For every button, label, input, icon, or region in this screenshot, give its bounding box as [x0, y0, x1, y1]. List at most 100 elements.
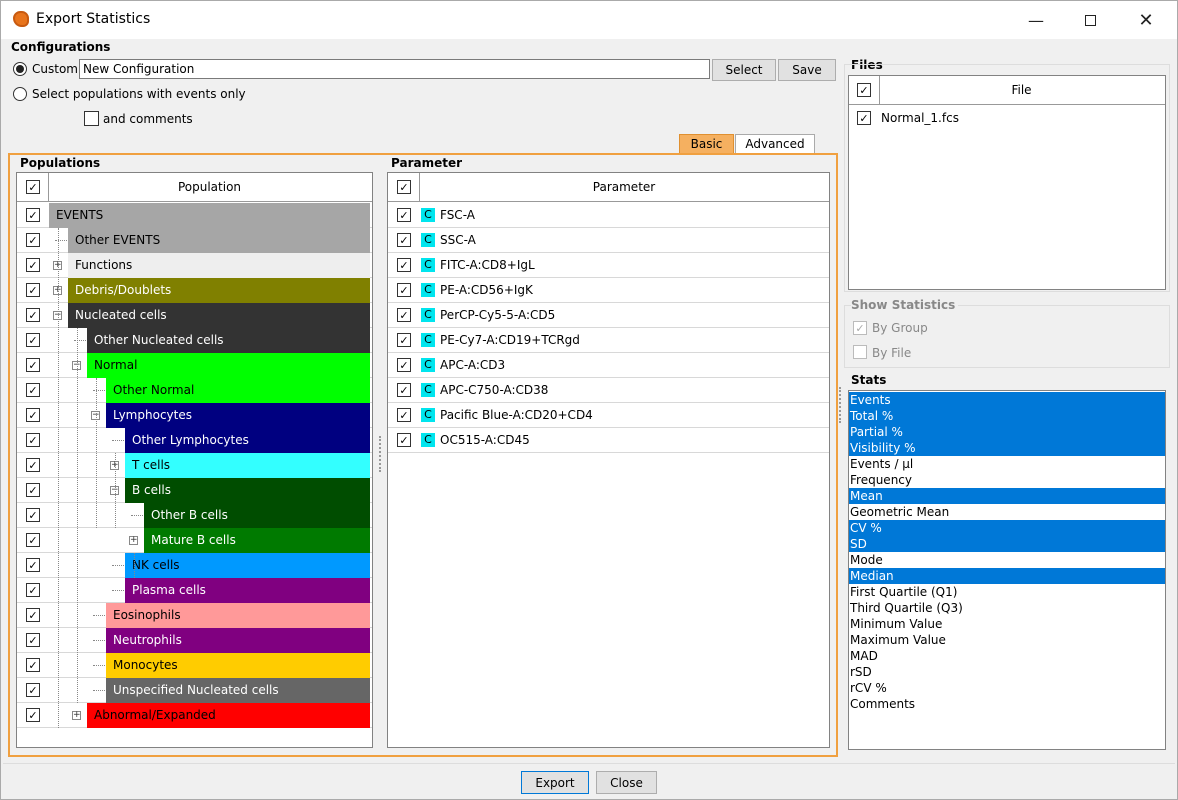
population-checkbox[interactable]: ✓ [26, 483, 40, 497]
parameter-row[interactable]: ✓ C Pacific Blue-A:CD20+CD4 [388, 403, 829, 428]
stat-item[interactable]: First Quartile (Q1) [849, 584, 1165, 600]
file-column-header[interactable]: File [879, 76, 1163, 104]
parameter-checkbox[interactable]: ✓ [397, 258, 411, 272]
minimize-icon[interactable]: — [1009, 1, 1063, 39]
stat-item[interactable]: Minimum Value [849, 616, 1165, 632]
parameter-row[interactable]: ✓ C SSC-A [388, 228, 829, 253]
population-checkbox[interactable]: ✓ [26, 658, 40, 672]
population-row[interactable]: ✓ + Debris/Doublets [17, 278, 372, 303]
population-checkbox[interactable]: ✓ [26, 308, 40, 322]
population-checkbox[interactable]: ✓ [26, 508, 40, 522]
stat-item[interactable]: SD [849, 536, 1165, 552]
stat-item[interactable]: MAD [849, 648, 1165, 664]
stat-item[interactable]: Events [849, 392, 1165, 408]
stat-item[interactable]: Mean [849, 488, 1165, 504]
stat-item[interactable]: Comments [849, 696, 1165, 712]
parameter-row[interactable]: ✓ C APC-A:CD3 [388, 353, 829, 378]
population-checkbox[interactable]: ✓ [26, 608, 40, 622]
stat-item[interactable]: Median [849, 568, 1165, 584]
tab-basic[interactable]: Basic [679, 134, 734, 153]
export-button[interactable]: Export [521, 771, 589, 794]
parameters-select-all-checkbox[interactable]: ✓ [397, 180, 411, 194]
files-select-all-checkbox[interactable]: ✓ [857, 83, 871, 97]
population-row[interactable]: ✓ Plasma cells [17, 578, 372, 603]
stat-item[interactable]: Geometric Mean [849, 504, 1165, 520]
parameter-checkbox[interactable]: ✓ [397, 408, 411, 422]
stat-item[interactable]: Visibility % [849, 440, 1165, 456]
stat-item[interactable]: Frequency [849, 472, 1165, 488]
events-only-radio[interactable] [13, 87, 27, 101]
population-row[interactable]: ✓ Other Normal [17, 378, 372, 403]
comments-checkbox[interactable] [84, 111, 99, 126]
population-row[interactable]: ✓ − B cells [17, 478, 372, 503]
population-row[interactable]: ✓ Unspecified Nucleated cells [17, 678, 372, 703]
population-row[interactable]: ✓ Other Lymphocytes [17, 428, 372, 453]
custom-radio[interactable] [13, 62, 27, 76]
expand-icon[interactable]: + [72, 711, 81, 720]
parameter-checkbox[interactable]: ✓ [397, 358, 411, 372]
parameter-checkbox[interactable]: ✓ [397, 383, 411, 397]
population-checkbox[interactable]: ✓ [26, 333, 40, 347]
population-row[interactable]: ✓ Other Nucleated cells [17, 328, 372, 353]
population-row[interactable]: ✓ + Abnormal/Expanded [17, 703, 372, 728]
population-checkbox[interactable]: ✓ [26, 633, 40, 647]
file-row[interactable]: ✓ Normal_1.fcs [849, 106, 1165, 131]
parameter-row[interactable]: ✓ C OC515-A:CD45 [388, 428, 829, 453]
parameter-checkbox[interactable]: ✓ [397, 333, 411, 347]
stat-item[interactable]: Third Quartile (Q3) [849, 600, 1165, 616]
stat-item[interactable]: Total % [849, 408, 1165, 424]
population-row[interactable]: ✓ Monocytes [17, 653, 372, 678]
population-row[interactable]: ✓ + T cells [17, 453, 372, 478]
population-column-header[interactable]: Population [48, 173, 370, 201]
by-group-checkbox[interactable]: ✓ [853, 321, 867, 335]
parameter-column-header[interactable]: Parameter [419, 173, 828, 201]
select-button[interactable]: Select [712, 59, 776, 81]
population-checkbox[interactable]: ✓ [26, 258, 40, 272]
stat-item[interactable]: Partial % [849, 424, 1165, 440]
population-row[interactable]: ✓ + Functions [17, 253, 372, 278]
stat-item[interactable]: Maximum Value [849, 632, 1165, 648]
population-row[interactable]: ✓ − Normal [17, 353, 372, 378]
population-checkbox[interactable]: ✓ [26, 708, 40, 722]
population-checkbox[interactable]: ✓ [26, 233, 40, 247]
population-row[interactable]: ✓ − Nucleated cells [17, 303, 372, 328]
population-row[interactable]: ✓ EVENTS [17, 203, 372, 228]
configuration-name-input[interactable]: New Configuration [79, 59, 710, 79]
parameter-row[interactable]: ✓ C PE-Cy7-A:CD19+TCRgd [388, 328, 829, 353]
population-checkbox[interactable]: ✓ [26, 383, 40, 397]
stat-item[interactable]: CV % [849, 520, 1165, 536]
parameter-row[interactable]: ✓ C APC-C750-A:CD38 [388, 378, 829, 403]
population-checkbox[interactable]: ✓ [26, 283, 40, 297]
population-checkbox[interactable]: ✓ [26, 408, 40, 422]
parameter-row[interactable]: ✓ C PerCP-Cy5-5-A:CD5 [388, 303, 829, 328]
population-row[interactable]: ✓ Eosinophils [17, 603, 372, 628]
stat-item[interactable]: Events / µl [849, 456, 1165, 472]
populations-select-all-checkbox[interactable]: ✓ [26, 180, 40, 194]
parameter-checkbox[interactable]: ✓ [397, 233, 411, 247]
parameter-row[interactable]: ✓ C FSC-A [388, 203, 829, 228]
population-checkbox[interactable]: ✓ [26, 533, 40, 547]
close-icon[interactable]: ✕ [1119, 1, 1173, 39]
by-file-checkbox[interactable] [853, 345, 867, 359]
parameter-checkbox[interactable]: ✓ [397, 433, 411, 447]
stat-item[interactable]: rCV % [849, 680, 1165, 696]
maximize-icon[interactable] [1063, 1, 1117, 39]
parameter-checkbox[interactable]: ✓ [397, 308, 411, 322]
save-button[interactable]: Save [778, 59, 836, 81]
parameter-checkbox[interactable]: ✓ [397, 208, 411, 222]
population-checkbox[interactable]: ✓ [26, 583, 40, 597]
parameter-checkbox[interactable]: ✓ [397, 283, 411, 297]
expand-icon[interactable]: + [129, 536, 138, 545]
population-row[interactable]: ✓ Other EVENTS [17, 228, 372, 253]
population-row[interactable]: ✓ Neutrophils [17, 628, 372, 653]
population-checkbox[interactable]: ✓ [26, 208, 40, 222]
parameter-row[interactable]: ✓ C FITC-A:CD8+IgL [388, 253, 829, 278]
population-row[interactable]: ✓ NK cells [17, 553, 372, 578]
stat-item[interactable]: rSD [849, 664, 1165, 680]
stat-item[interactable]: Mode [849, 552, 1165, 568]
population-row[interactable]: ✓ Other B cells [17, 503, 372, 528]
splitter-handle-right[interactable] [839, 387, 841, 423]
parameter-row[interactable]: ✓ C PE-A:CD56+IgK [388, 278, 829, 303]
population-checkbox[interactable]: ✓ [26, 683, 40, 697]
population-row[interactable]: ✓ − Lymphocytes [17, 403, 372, 428]
